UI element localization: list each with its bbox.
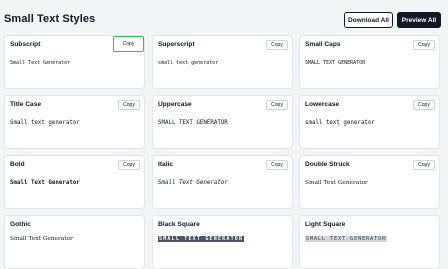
style-card-gothic: Gothic Small Text Generator	[4, 215, 145, 269]
style-card-subscript: Subscript Copy Small Text Generator	[4, 35, 145, 89]
copy-button[interactable]: Copy	[113, 36, 144, 52]
sample-text: SMALL TEXT GENERATOR	[158, 236, 245, 242]
copy-button[interactable]: Copy	[413, 160, 435, 170]
sample-text: Small Text Generator	[305, 180, 368, 186]
card-title: Subscript	[10, 41, 41, 48]
sample-text: Small Text Generator	[10, 180, 80, 186]
copy-button[interactable]: Copy	[266, 40, 288, 50]
sample-text: SMALL TEXT GENERATOR	[158, 120, 228, 126]
download-all-button[interactable]: Download All	[344, 12, 393, 28]
style-card-uppercase: Uppercase Copy SMALL TEXT GENERATOR	[152, 95, 293, 149]
style-card-italic: Italic Copy Small Text Generator	[152, 155, 293, 209]
style-card-title-case: Title Case Copy Small text generator	[4, 95, 145, 149]
card-title: Black Square	[158, 221, 200, 228]
copy-button[interactable]: Copy	[413, 100, 435, 110]
card-title: Superscript	[158, 41, 195, 48]
card-title: Small Caps	[305, 41, 341, 48]
copy-button[interactable]: Copy	[118, 100, 140, 110]
style-card-superscript: Superscript Copy small text generator	[152, 35, 293, 89]
sample-text: Small text generator	[10, 120, 80, 126]
copy-button[interactable]: Copy	[118, 160, 140, 170]
card-title: Gothic	[10, 221, 31, 228]
sample-text: small text generator	[158, 60, 219, 66]
sample-text: Small Text Generator	[10, 60, 71, 66]
sample-text: Small Text Generator	[10, 236, 73, 242]
card-title: Title Case	[10, 101, 42, 108]
sample-text: Small Text Generator	[158, 180, 228, 186]
card-title: Bold	[10, 161, 25, 168]
page-header: Small Text Styles Download All Preview A…	[0, 0, 448, 36]
card-title: Uppercase	[158, 101, 192, 108]
style-card-lowercase: Lowercase Copy small text generator	[299, 95, 440, 149]
card-title: Light Square	[305, 221, 346, 228]
sample-text: SMALL TEXT GENERATOR	[305, 60, 366, 66]
style-card-double-struck: Double Struck Copy Small Text Generator	[299, 155, 440, 209]
sample-text: SMALL TEXT GENERATOR	[305, 236, 388, 242]
copy-button[interactable]: Copy	[413, 40, 435, 50]
card-title: Italic	[158, 161, 174, 168]
style-card-bold: Bold Copy Small Text Generator	[4, 155, 145, 209]
style-card-black-square: Black Square SMALL TEXT GENERATOR	[152, 215, 293, 269]
card-title: Lowercase	[305, 101, 340, 108]
preview-all-button[interactable]: Preview All	[397, 12, 441, 28]
style-card-small-caps: Small Caps Copy SMALL TEXT GENERATOR	[299, 35, 440, 89]
copy-button[interactable]: Copy	[266, 160, 288, 170]
page-title: Small Text Styles	[4, 13, 96, 25]
sample-text: small text generator	[305, 120, 375, 126]
style-card-light-square: Light Square SMALL TEXT GENERATOR	[299, 215, 440, 269]
card-title: Double Struck	[305, 161, 350, 168]
copy-button[interactable]: Copy	[266, 100, 288, 110]
